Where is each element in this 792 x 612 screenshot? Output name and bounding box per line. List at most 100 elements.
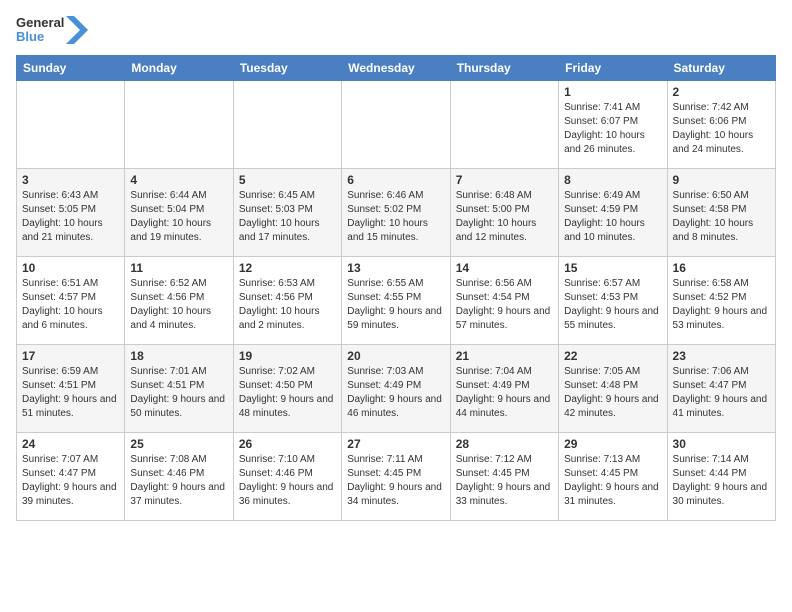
day-cell: 7 Sunrise: 6:48 AM Sunset: 5:00 PM Daylig… bbox=[450, 168, 558, 256]
day-number: 11 bbox=[130, 261, 227, 275]
day-info: Sunrise: 6:55 AM Sunset: 4:55 PM Dayligh… bbox=[347, 277, 444, 333]
day-number: 28 bbox=[456, 437, 553, 451]
day-cell: 4 Sunrise: 6:44 AM Sunset: 5:04 PM Daylig… bbox=[125, 168, 233, 256]
day-info: Sunrise: 7:05 AM Sunset: 4:48 PM Dayligh… bbox=[564, 365, 661, 421]
weekday-header-tuesday: Tuesday bbox=[233, 55, 341, 80]
day-cell bbox=[233, 80, 341, 168]
day-info: Sunrise: 6:43 AM Sunset: 5:05 PM Dayligh… bbox=[22, 189, 119, 245]
day-number: 23 bbox=[673, 349, 770, 363]
calendar: SundayMondayTuesdayWednesdayThursdayFrid… bbox=[16, 55, 776, 521]
week-row-1: 1 Sunrise: 7:41 AM Sunset: 6:07 PM Daylig… bbox=[17, 80, 776, 168]
day-info: Sunrise: 7:12 AM Sunset: 4:45 PM Dayligh… bbox=[456, 453, 553, 509]
day-info: Sunrise: 6:57 AM Sunset: 4:53 PM Dayligh… bbox=[564, 277, 661, 333]
day-info: Sunrise: 7:02 AM Sunset: 4:50 PM Dayligh… bbox=[239, 365, 336, 421]
day-number: 5 bbox=[239, 173, 336, 187]
day-number: 19 bbox=[239, 349, 336, 363]
day-cell: 13 Sunrise: 6:55 AM Sunset: 4:55 PM Dayli… bbox=[342, 256, 450, 344]
day-cell bbox=[17, 80, 125, 168]
day-cell: 2Sunrise: 7:42 AM Sunset: 6:06 PM Daylig… bbox=[667, 80, 775, 168]
day-info: Sunrise: 7:10 AM Sunset: 4:46 PM Dayligh… bbox=[239, 453, 336, 509]
day-cell: 19 Sunrise: 7:02 AM Sunset: 4:50 PM Dayli… bbox=[233, 344, 341, 432]
day-number: 2 bbox=[673, 85, 770, 99]
weekday-header-saturday: Saturday bbox=[667, 55, 775, 80]
day-number: 6 bbox=[347, 173, 444, 187]
day-cell: 6Sunrise: 6:46 AM Sunset: 5:02 PM Daylig… bbox=[342, 168, 450, 256]
day-cell: 21 Sunrise: 7:04 AM Sunset: 4:49 PM Dayli… bbox=[450, 344, 558, 432]
day-number: 12 bbox=[239, 261, 336, 275]
day-info: Sunrise: 7:03 AM Sunset: 4:49 PM Dayligh… bbox=[347, 365, 444, 421]
logo-general-text: General bbox=[16, 16, 64, 30]
day-number: 27 bbox=[347, 437, 444, 451]
week-row-5: 24 Sunrise: 7:07 AM Sunset: 4:47 PM Dayli… bbox=[17, 432, 776, 520]
day-number: 10 bbox=[22, 261, 119, 275]
weekday-header-thursday: Thursday bbox=[450, 55, 558, 80]
day-number: 16 bbox=[673, 261, 770, 275]
day-info: Sunrise: 6:44 AM Sunset: 5:04 PM Dayligh… bbox=[130, 189, 227, 245]
day-cell: 3 Sunrise: 6:43 AM Sunset: 5:05 PM Daylig… bbox=[17, 168, 125, 256]
day-cell: 14 Sunrise: 6:56 AM Sunset: 4:54 PM Dayli… bbox=[450, 256, 558, 344]
day-info: Sunrise: 6:48 AM Sunset: 5:00 PM Dayligh… bbox=[456, 189, 553, 245]
day-info: Sunrise: 7:11 AM Sunset: 4:45 PM Dayligh… bbox=[347, 453, 444, 509]
day-info: Sunrise: 6:53 AM Sunset: 4:56 PM Dayligh… bbox=[239, 277, 336, 333]
day-number: 29 bbox=[564, 437, 661, 451]
day-info: Sunrise: 7:01 AM Sunset: 4:51 PM Dayligh… bbox=[130, 365, 227, 421]
day-number: 1 bbox=[564, 85, 661, 99]
day-number: 26 bbox=[239, 437, 336, 451]
day-cell: 12 Sunrise: 6:53 AM Sunset: 4:56 PM Dayli… bbox=[233, 256, 341, 344]
week-row-4: 17Sunrise: 6:59 AM Sunset: 4:51 PM Dayli… bbox=[17, 344, 776, 432]
day-number: 14 bbox=[456, 261, 553, 275]
weekday-row: SundayMondayTuesdayWednesdayThursdayFrid… bbox=[17, 55, 776, 80]
day-cell: 29 Sunrise: 7:13 AM Sunset: 4:45 PM Dayli… bbox=[559, 432, 667, 520]
week-row-3: 10 Sunrise: 6:51 AM Sunset: 4:57 PM Dayli… bbox=[17, 256, 776, 344]
day-cell: 26 Sunrise: 7:10 AM Sunset: 4:46 PM Dayli… bbox=[233, 432, 341, 520]
day-info: Sunrise: 7:07 AM Sunset: 4:47 PM Dayligh… bbox=[22, 453, 119, 509]
day-cell: 5Sunrise: 6:45 AM Sunset: 5:03 PM Daylig… bbox=[233, 168, 341, 256]
day-info: Sunrise: 7:13 AM Sunset: 4:45 PM Dayligh… bbox=[564, 453, 661, 509]
day-info: Sunrise: 6:51 AM Sunset: 4:57 PM Dayligh… bbox=[22, 277, 119, 333]
day-cell: 28 Sunrise: 7:12 AM Sunset: 4:45 PM Dayli… bbox=[450, 432, 558, 520]
day-number: 21 bbox=[456, 349, 553, 363]
weekday-header-sunday: Sunday bbox=[17, 55, 125, 80]
day-info: Sunrise: 6:56 AM Sunset: 4:54 PM Dayligh… bbox=[456, 277, 553, 333]
logo: General Blue bbox=[16, 16, 88, 45]
day-info: Sunrise: 6:58 AM Sunset: 4:52 PM Dayligh… bbox=[673, 277, 770, 333]
day-number: 13 bbox=[347, 261, 444, 275]
logo-blue-text: Blue bbox=[16, 30, 64, 44]
day-info: Sunrise: 7:41 AM Sunset: 6:07 PM Dayligh… bbox=[564, 101, 661, 157]
day-cell: 27 Sunrise: 7:11 AM Sunset: 4:45 PM Dayli… bbox=[342, 432, 450, 520]
day-cell: 9 Sunrise: 6:50 AM Sunset: 4:58 PM Daylig… bbox=[667, 168, 775, 256]
day-cell: 17Sunrise: 6:59 AM Sunset: 4:51 PM Dayli… bbox=[17, 344, 125, 432]
day-cell: 16 Sunrise: 6:58 AM Sunset: 4:52 PM Dayli… bbox=[667, 256, 775, 344]
page-header: General Blue bbox=[16, 16, 776, 45]
day-info: Sunrise: 7:08 AM Sunset: 4:46 PM Dayligh… bbox=[130, 453, 227, 509]
day-cell: 11 Sunrise: 6:52 AM Sunset: 4:56 PM Dayli… bbox=[125, 256, 233, 344]
day-info: Sunrise: 7:04 AM Sunset: 4:49 PM Dayligh… bbox=[456, 365, 553, 421]
day-cell: 24 Sunrise: 7:07 AM Sunset: 4:47 PM Dayli… bbox=[17, 432, 125, 520]
day-cell: 23 Sunrise: 7:06 AM Sunset: 4:47 PM Dayli… bbox=[667, 344, 775, 432]
day-number: 15 bbox=[564, 261, 661, 275]
day-number: 9 bbox=[673, 173, 770, 187]
day-cell bbox=[125, 80, 233, 168]
day-info: Sunrise: 6:50 AM Sunset: 4:58 PM Dayligh… bbox=[673, 189, 770, 245]
weekday-header-monday: Monday bbox=[125, 55, 233, 80]
day-number: 7 bbox=[456, 173, 553, 187]
day-cell bbox=[450, 80, 558, 168]
day-number: 24 bbox=[22, 437, 119, 451]
day-number: 3 bbox=[22, 173, 119, 187]
day-info: Sunrise: 7:14 AM Sunset: 4:44 PM Dayligh… bbox=[673, 453, 770, 509]
day-info: Sunrise: 7:06 AM Sunset: 4:47 PM Dayligh… bbox=[673, 365, 770, 421]
day-cell: 20 Sunrise: 7:03 AM Sunset: 4:49 PM Dayli… bbox=[342, 344, 450, 432]
logo-chevron-icon bbox=[66, 16, 88, 44]
day-cell: 25Sunrise: 7:08 AM Sunset: 4:46 PM Dayli… bbox=[125, 432, 233, 520]
day-cell: 22Sunrise: 7:05 AM Sunset: 4:48 PM Dayli… bbox=[559, 344, 667, 432]
day-number: 8 bbox=[564, 173, 661, 187]
day-cell: 8 Sunrise: 6:49 AM Sunset: 4:59 PM Daylig… bbox=[559, 168, 667, 256]
weekday-header-wednesday: Wednesday bbox=[342, 55, 450, 80]
day-info: Sunrise: 6:52 AM Sunset: 4:56 PM Dayligh… bbox=[130, 277, 227, 333]
day-info: Sunrise: 6:49 AM Sunset: 4:59 PM Dayligh… bbox=[564, 189, 661, 245]
day-number: 20 bbox=[347, 349, 444, 363]
weekday-header-friday: Friday bbox=[559, 55, 667, 80]
day-cell: 15 Sunrise: 6:57 AM Sunset: 4:53 PM Dayli… bbox=[559, 256, 667, 344]
day-number: 4 bbox=[130, 173, 227, 187]
day-cell bbox=[342, 80, 450, 168]
